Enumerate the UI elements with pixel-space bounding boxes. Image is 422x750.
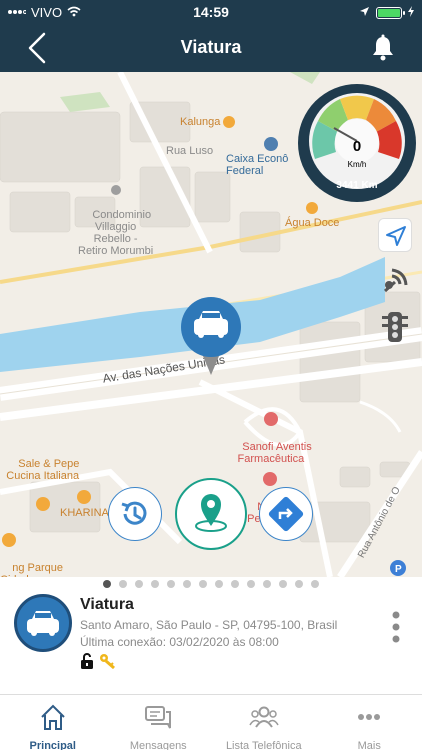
tab-mais[interactable]: Mais <box>317 695 422 750</box>
status-bar: VIVO 14:59 <box>0 0 422 24</box>
page-title: Viatura <box>180 37 242 57</box>
page-dot[interactable] <box>311 580 319 588</box>
more-icon <box>358 714 381 720</box>
charging-icon <box>408 5 414 20</box>
page-indicator[interactable] <box>0 580 422 594</box>
vehicle-last-connection: Última conexão: 03/02/2020 às 08:00 <box>80 635 279 649</box>
vehicle-avatar <box>14 594 72 652</box>
directions-icon <box>268 496 303 531</box>
notifications-button[interactable] <box>370 34 396 62</box>
vehicle-marker[interactable] <box>180 297 242 377</box>
restaurant-icon <box>306 202 319 214</box>
vehicle-options-button[interactable] <box>390 610 402 644</box>
page-dot[interactable] <box>263 580 271 588</box>
speedometer-widget: 0 Km/h 3441 Km <box>298 84 416 202</box>
traffic-button[interactable] <box>378 310 412 344</box>
car-pin-icon <box>181 297 241 375</box>
parking-icon: P <box>390 560 406 576</box>
poi-agua-doce[interactable]: Água Doce <box>285 202 339 229</box>
page-dot[interactable] <box>215 580 223 588</box>
poi-parque[interactable]: ng Parque Cidade <box>0 509 63 577</box>
history-button[interactable] <box>108 487 162 541</box>
signal-button[interactable] <box>378 262 412 296</box>
page-dot[interactable] <box>183 580 191 588</box>
bell-icon <box>373 34 393 61</box>
tab-bar: Principal Mensagens Lista Telefônica Mai… <box>0 694 422 750</box>
tab-lista-telefonica[interactable]: Lista Telefônica <box>211 695 317 750</box>
page-dot[interactable] <box>199 580 207 588</box>
speed-value: 0 <box>352 138 362 155</box>
chat-icon <box>145 706 172 729</box>
vertical-dots-icon <box>392 611 400 643</box>
svg-text:P: P <box>395 564 402 575</box>
medical-icon <box>263 472 278 486</box>
car-icon <box>27 611 59 636</box>
page-dot[interactable] <box>135 580 143 588</box>
locate-me-button[interactable] <box>378 218 412 252</box>
street-label-rua-luso: Rua Luso <box>166 145 214 157</box>
navigation-arrow-icon <box>386 226 406 246</box>
page-dot[interactable] <box>119 580 127 588</box>
pin-icon <box>110 185 121 195</box>
tab-label: Mais <box>357 740 381 750</box>
history-icon <box>121 501 146 525</box>
page-dot[interactable] <box>231 580 239 588</box>
bank-icon <box>264 137 278 151</box>
tab-label: Mensagens <box>129 740 187 750</box>
page-dot[interactable] <box>103 580 111 588</box>
home-icon <box>41 704 65 730</box>
shopping-icon <box>2 533 16 547</box>
restaurant-icon <box>77 490 92 504</box>
contacts-icon <box>249 706 279 728</box>
traffic-light-icon <box>382 312 408 342</box>
page-dot[interactable] <box>247 580 255 588</box>
vehicle-address: Santo Amaro, São Paulo - SP, 04795-100, … <box>80 618 338 632</box>
tab-mensagens[interactable]: Mensagens <box>106 695 212 750</box>
location-arrow-icon <box>359 5 370 20</box>
page-dot[interactable] <box>279 580 287 588</box>
poi-condominio[interactable]: Condominio Villaggio Rebello - Retiro Mo… <box>78 161 153 269</box>
vehicle-name: Viatura <box>80 596 134 613</box>
page-dot[interactable] <box>151 580 159 588</box>
map-view[interactable]: Kalunga Rua Luso Caixa Econô Federal Con… <box>0 72 422 577</box>
page-dot[interactable] <box>295 580 303 588</box>
unlocked-icon <box>80 653 94 674</box>
battery-icon <box>376 6 405 19</box>
tab-label: Lista Telefônica <box>225 740 302 750</box>
page-dot[interactable] <box>167 580 175 588</box>
medical-icon <box>263 412 278 426</box>
tab-principal[interactable]: Principal <box>0 695 106 750</box>
speed-unit: Km/h <box>347 160 367 169</box>
location-button[interactable] <box>175 478 247 550</box>
poi-kalunga[interactable]: Kalunga <box>180 116 236 129</box>
poi-kharina[interactable]: KHARINA <box>60 490 109 519</box>
tab-label: Principal <box>29 740 76 750</box>
vehicle-card[interactable]: Viatura Santo Amaro, São Paulo - SP, 047… <box>0 594 422 694</box>
nav-bar: Viatura <box>0 24 422 72</box>
poi-caixa[interactable]: Caixa Econô Federal <box>226 137 288 177</box>
map-pin-icon <box>195 494 227 532</box>
shopping-icon <box>223 116 236 129</box>
wireless-signal-icon <box>383 268 408 293</box>
directions-button[interactable] <box>259 487 313 541</box>
key-icon <box>99 653 117 674</box>
odometer-value: 3441 Km <box>336 180 378 191</box>
